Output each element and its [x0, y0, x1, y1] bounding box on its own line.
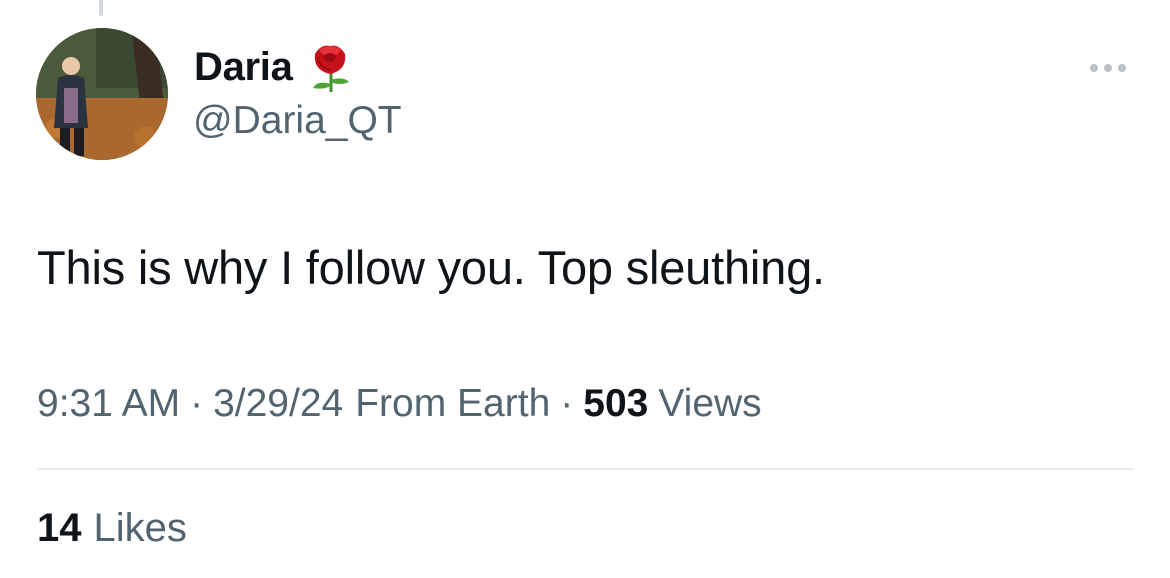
- more-horizontal-icon: [1090, 64, 1098, 72]
- rose-icon: [305, 40, 355, 94]
- views-label: Views: [658, 382, 762, 425]
- author-handle[interactable]: @Daria_QT: [193, 99, 402, 143]
- likes-label: Likes: [93, 506, 187, 550]
- likes-count: 14: [37, 506, 82, 550]
- thread-connector-line: [99, 0, 103, 16]
- views-count: 503: [583, 382, 649, 425]
- avatar-photo: [36, 28, 168, 160]
- more-horizontal-icon: [1104, 64, 1112, 72]
- tweet-time[interactable]: 9:31 AM: [37, 382, 180, 426]
- meta-separator: ·: [560, 382, 574, 425]
- author-name-row: Daria: [194, 40, 355, 94]
- tweet-text: This is why I follow you. Top sleuthing.: [37, 241, 825, 294]
- likes-link[interactable]: 14 Likes: [37, 506, 187, 551]
- tweet-meta: 9:31 AM · 3/29/24 From Earth · 503 Views: [37, 382, 762, 426]
- more-horizontal-icon: [1118, 64, 1126, 72]
- more-options-button[interactable]: [1080, 50, 1136, 86]
- meta-separator: ·: [190, 382, 204, 425]
- tweet-date[interactable]: 3/29/24: [213, 382, 343, 426]
- author-display-name[interactable]: Daria: [194, 45, 293, 90]
- tweet-source: From Earth: [355, 382, 551, 425]
- avatar[interactable]: [36, 28, 168, 160]
- divider: [37, 468, 1133, 470]
